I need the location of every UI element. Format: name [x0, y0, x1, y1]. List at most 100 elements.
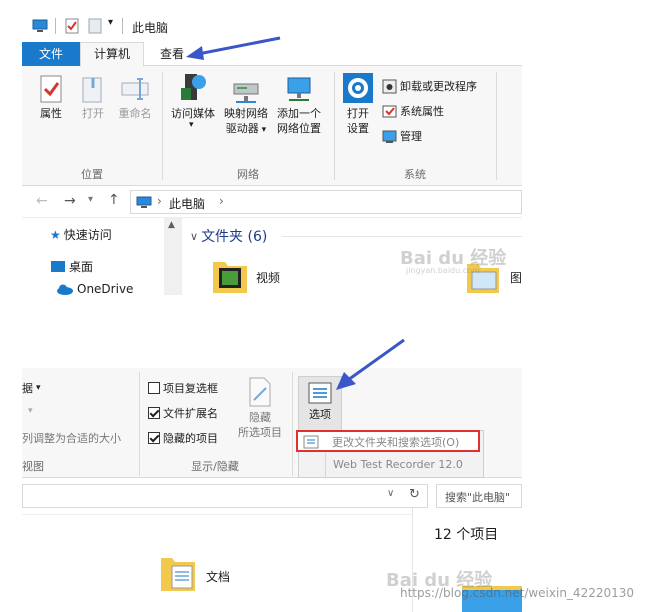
properties-button[interactable]: 属性: [30, 74, 72, 121]
folder-label: 图: [510, 271, 522, 285]
star-icon: ★: [50, 227, 61, 242]
search-input[interactable]: 搜索"此电脑": [445, 489, 510, 505]
search-box[interactable]: 搜索"此电脑": [436, 484, 522, 508]
group-label-location: 位置: [81, 168, 103, 181]
group-divider: [334, 72, 335, 180]
tab-label: 文件: [38, 47, 63, 61]
settings-gear-icon: [343, 73, 373, 103]
navigation-pane: ★ 快速访问 桌面 OneDrive ▲: [22, 218, 182, 295]
divider: [122, 18, 123, 34]
folder-item-videos[interactable]: 视频: [212, 256, 332, 295]
chevron-down-icon: ▾: [28, 406, 33, 416]
chevron-down-icon[interactable]: ▾: [108, 17, 113, 28]
computer-icon: [136, 196, 152, 208]
annotation-arrow: [336, 338, 405, 390]
computer-icon: [32, 19, 48, 36]
baidu-watermark-url: jingyan.baidu.com: [406, 266, 480, 275]
hide-selected-items-button[interactable]: 隐藏 所选项目: [232, 376, 288, 440]
access-media-button[interactable]: 访问媒体 ▾: [167, 72, 219, 130]
system-properties-icon: [382, 105, 397, 117]
chevron-down-icon: ▾: [189, 120, 194, 130]
breadcrumb-this-pc[interactable]: 此电脑: [169, 195, 205, 212]
manage-icon: [382, 130, 397, 143]
recent-locations-chevron-icon[interactable]: ▾: [88, 194, 93, 205]
menu-item-web-test-recorder[interactable]: Web Test Recorder 12.0: [333, 458, 463, 471]
back-arrow-icon[interactable]: ←: [36, 193, 48, 209]
desktop-icon: [51, 261, 65, 272]
csdn-watermark: https://blog.csdn.net/weixin_42220130: [400, 586, 635, 600]
address-bar[interactable]: › 此电脑 ›: [130, 190, 522, 214]
folder-label: 文档: [206, 570, 231, 584]
group-label-view: 视图: [22, 460, 44, 473]
annotation-arrow: [186, 36, 281, 60]
checkbox[interactable]: [148, 407, 160, 419]
item-checkboxes-toggle[interactable]: 项目复选框: [148, 380, 218, 396]
group-label-show-hide: 显示/隐藏: [191, 460, 239, 473]
system-properties-button[interactable]: 系统属性: [382, 103, 444, 119]
address-bar[interactable]: ∨ ↻: [22, 484, 428, 508]
open-icon: [82, 77, 102, 103]
forward-arrow-icon[interactable]: →: [64, 193, 76, 209]
hide-items-icon: [249, 377, 271, 407]
file-extensions-toggle[interactable]: 文件扩展名: [148, 405, 218, 421]
video-folder-icon: [213, 262, 247, 293]
rename-icon: [121, 78, 149, 100]
tab-computer[interactable]: 计算机: [80, 42, 144, 67]
options-dropdown-menu: 更改文件夹和搜索选项(O) Web Test Recorder 12.0: [296, 430, 484, 478]
group-divider: [162, 72, 163, 180]
open-button[interactable]: 打开: [72, 74, 114, 121]
media-server-icon: [181, 74, 206, 100]
window-title: 此电脑: [132, 21, 169, 35]
folder-options-icon: [303, 435, 319, 449]
documents-folder-icon: [161, 558, 195, 591]
menu-divider: [325, 453, 326, 477]
chevron-down-icon: ▾: [36, 383, 41, 393]
nav-item-quick-access[interactable]: ★ 快速访问: [50, 226, 112, 243]
group-label-network: 网络: [237, 168, 259, 181]
hidden-items-toggle[interactable]: 隐藏的项目: [148, 430, 218, 446]
breadcrumb-separator-icon: ›: [219, 194, 224, 208]
breadcrumb-separator-icon: ›: [157, 194, 162, 208]
content-divider: [22, 514, 412, 515]
ribbon: 属性 打开 重命名 位置 访问媒体 ▾ 映射网络 驱动器 ▾ 添加一个 网络位置…: [22, 66, 522, 186]
uninstall-program-button[interactable]: 卸载或更改程序: [382, 78, 477, 94]
nav-item-onedrive[interactable]: OneDrive: [56, 282, 133, 295]
checkbox[interactable]: [148, 432, 160, 444]
rename-button[interactable]: 重命名: [114, 74, 156, 121]
up-arrow-icon[interactable]: ↑: [108, 192, 120, 208]
chevron-down-icon: ∨: [190, 229, 199, 243]
address-chevron-icon[interactable]: ∨: [387, 488, 394, 499]
scroll-up-icon[interactable]: ▲: [168, 220, 175, 230]
tab-label: 计算机: [93, 47, 130, 61]
group-label-system: 系统: [404, 168, 426, 181]
add-network-location-button[interactable]: 添加一个 网络位置: [272, 72, 326, 136]
network-location-icon: [287, 77, 311, 101]
new-folder-quick-icon[interactable]: [88, 18, 102, 37]
checkbox[interactable]: [148, 382, 160, 394]
menu-item-change-folder-options[interactable]: 更改文件夹和搜索选项(O): [296, 430, 480, 452]
scrollbar[interactable]: ▲: [164, 218, 181, 295]
divider: [55, 18, 56, 34]
properties-quick-icon[interactable]: [65, 18, 79, 37]
chevron-down-icon: ▾: [258, 125, 267, 135]
uninstall-icon: [382, 79, 397, 93]
section-rule: [282, 236, 522, 237]
refresh-icon[interactable]: ↻: [409, 487, 420, 502]
open-settings-button[interactable]: 打开 设置: [338, 72, 378, 136]
network-drive-icon: [233, 83, 259, 103]
sort-by-button[interactable]: 据 ▾: [22, 380, 41, 396]
tab-file[interactable]: 文件: [22, 42, 80, 66]
nav-item-desktop[interactable]: 桌面: [50, 258, 93, 275]
properties-icon: [40, 75, 62, 103]
folders-section-header[interactable]: ∨ 文件夹 (6): [190, 226, 267, 246]
item-count: 12 个项目: [434, 527, 499, 543]
group-divider: [292, 372, 293, 476]
cloud-icon: [57, 284, 73, 295]
folder-item-documents[interactable]: 文档: [160, 552, 280, 598]
group-divider: [496, 72, 497, 180]
map-drive-button[interactable]: 映射网络 驱动器 ▾: [220, 72, 272, 138]
menu-item-label: 更改文件夹和搜索选项(O): [332, 436, 460, 449]
manage-button[interactable]: 管理: [382, 128, 422, 144]
address-row: ← → ▾ ↑ › 此电脑 ›: [22, 186, 522, 218]
size-columns-to-fit-button[interactable]: 列调整为合适的大小: [22, 430, 121, 446]
